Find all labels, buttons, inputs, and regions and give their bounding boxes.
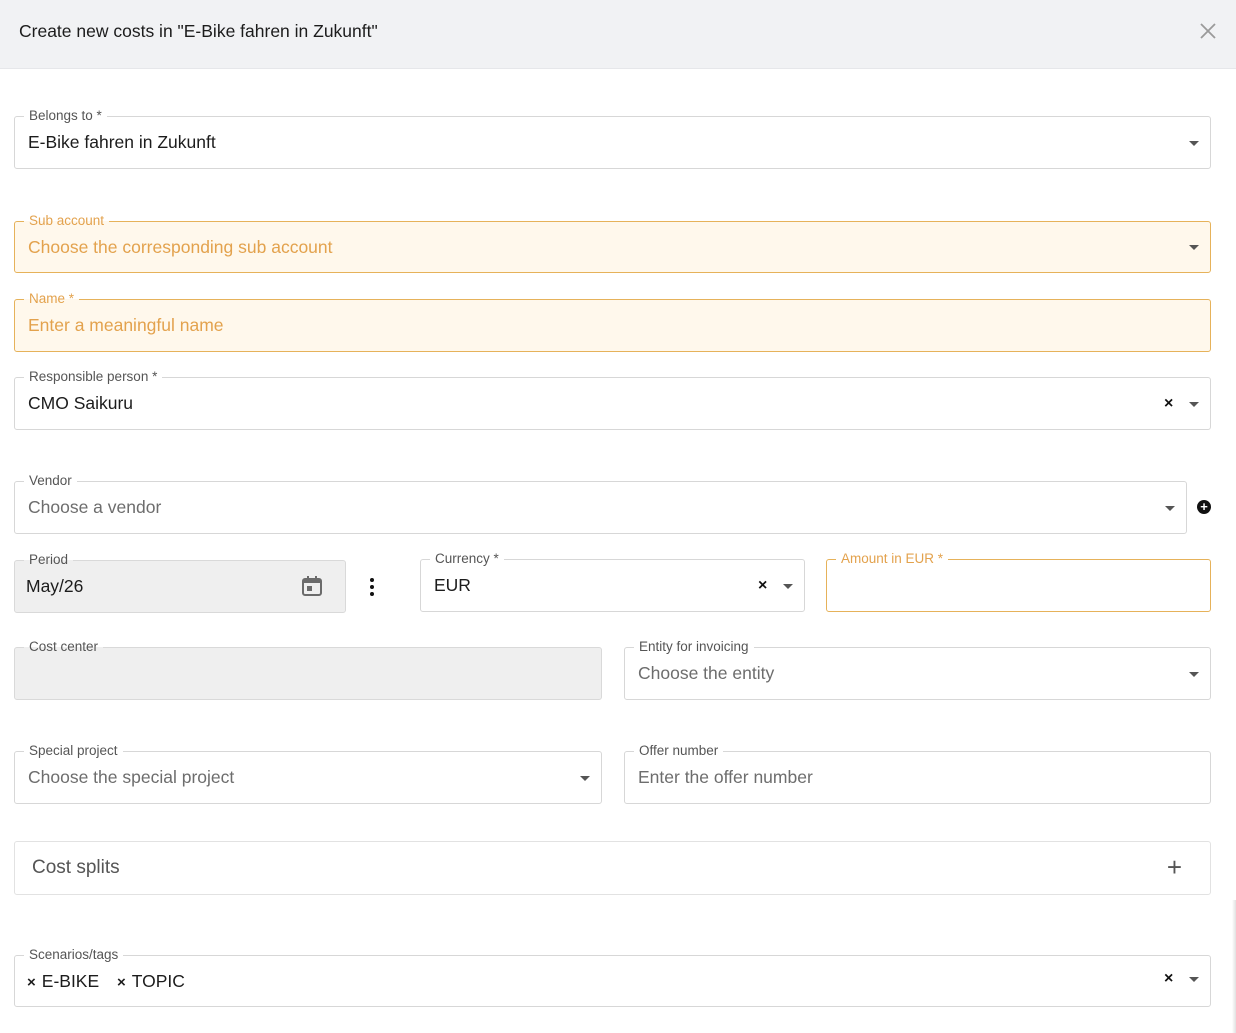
tag-chip: × TOPIC	[117, 971, 185, 992]
cost-splits-panel[interactable]: Cost splits +	[14, 841, 1211, 895]
chevron-down-icon[interactable]	[1189, 245, 1199, 250]
remove-tag-icon[interactable]: ×	[117, 974, 126, 991]
tags-select[interactable]: Scenarios/tags × E-BIKE × TOPIC ×	[14, 947, 1211, 1007]
belongs-to-select[interactable]: Belongs to * E-Bike fahren in Zukunft	[14, 108, 1211, 169]
cost-splits-title: Cost splits	[32, 857, 120, 878]
clear-icon[interactable]: ×	[1164, 396, 1173, 412]
sub-account-select[interactable]: Sub account Choose the corresponding sub…	[14, 213, 1211, 273]
special-project-label: Special project	[24, 743, 123, 759]
currency-value: EUR	[434, 575, 471, 595]
offer-number-placeholder: Enter the offer number	[638, 767, 813, 787]
close-icon[interactable]	[1198, 21, 1218, 41]
sub-account-label: Sub account	[24, 213, 110, 229]
chevron-down-icon[interactable]	[1189, 672, 1199, 677]
clear-icon[interactable]: ×	[758, 578, 767, 594]
offer-number-input[interactable]: Offer number Enter the offer number	[624, 743, 1211, 804]
tag-label: TOPIC	[131, 971, 185, 991]
add-vendor-icon[interactable]: +	[1197, 500, 1211, 514]
amount-label: Amount in EUR *	[836, 551, 949, 567]
chevron-down-icon[interactable]	[1189, 141, 1199, 146]
clear-icon[interactable]: ×	[1164, 971, 1173, 987]
special-project-placeholder: Choose the special project	[28, 767, 235, 787]
remove-tag-icon[interactable]: ×	[27, 974, 36, 991]
name-input[interactable]: Name * Enter a meaningful name	[14, 291, 1211, 352]
chevron-down-icon[interactable]	[580, 776, 590, 781]
responsible-person-select[interactable]: Responsible person * CMO Saikuru ×	[14, 369, 1211, 430]
chevron-down-icon[interactable]	[1165, 506, 1175, 511]
dialog-header: Create new costs in "E-Bike fahren in Zu…	[0, 0, 1236, 69]
amount-input[interactable]: Amount in EUR *	[826, 551, 1211, 612]
cost-center-label: Cost center	[24, 639, 104, 655]
name-label: Name *	[24, 291, 80, 307]
entity-invoicing-label: Entity for invoicing	[634, 639, 754, 655]
belongs-to-value: E-Bike fahren in Zukunft	[28, 132, 216, 152]
offer-number-label: Offer number	[634, 743, 724, 759]
calendar-icon[interactable]	[301, 575, 323, 597]
vendor-label: Vendor	[24, 473, 77, 489]
chevron-down-icon[interactable]	[783, 584, 793, 589]
entity-invoicing-select[interactable]: Entity for invoicing Choose the entity	[624, 639, 1211, 700]
belongs-to-label: Belongs to *	[24, 108, 107, 124]
vendor-placeholder: Choose a vendor	[28, 497, 162, 517]
cost-center-input: Cost center	[14, 639, 602, 700]
vendor-select[interactable]: Vendor Choose a vendor	[14, 473, 1187, 534]
entity-invoicing-placeholder: Choose the entity	[638, 663, 775, 683]
kebab-icon[interactable]	[368, 578, 376, 598]
period-input[interactable]: Period May/26	[14, 552, 346, 613]
tag-label: E-BIKE	[41, 971, 100, 991]
tag-chip: × E-BIKE	[27, 971, 99, 992]
responsible-person-value: CMO Saikuru	[28, 393, 134, 413]
sub-account-placeholder: Choose the corresponding sub account	[28, 237, 333, 257]
period-label: Period	[24, 552, 74, 568]
plus-icon[interactable]: +	[1167, 854, 1182, 880]
special-project-select[interactable]: Special project Choose the special proje…	[14, 743, 602, 804]
scroll-shadow	[1232, 900, 1236, 1033]
period-value: May/26	[26, 576, 84, 596]
tags-label: Scenarios/tags	[24, 947, 124, 963]
name-placeholder: Enter a meaningful name	[28, 315, 224, 335]
chevron-down-icon[interactable]	[1189, 402, 1199, 407]
currency-select[interactable]: Currency * EUR ×	[420, 551, 805, 612]
chevron-down-icon[interactable]	[1189, 977, 1199, 982]
dialog-title: Create new costs in "E-Bike fahren in Zu…	[19, 21, 378, 41]
currency-label: Currency *	[430, 551, 504, 567]
responsible-person-label: Responsible person *	[24, 369, 163, 385]
